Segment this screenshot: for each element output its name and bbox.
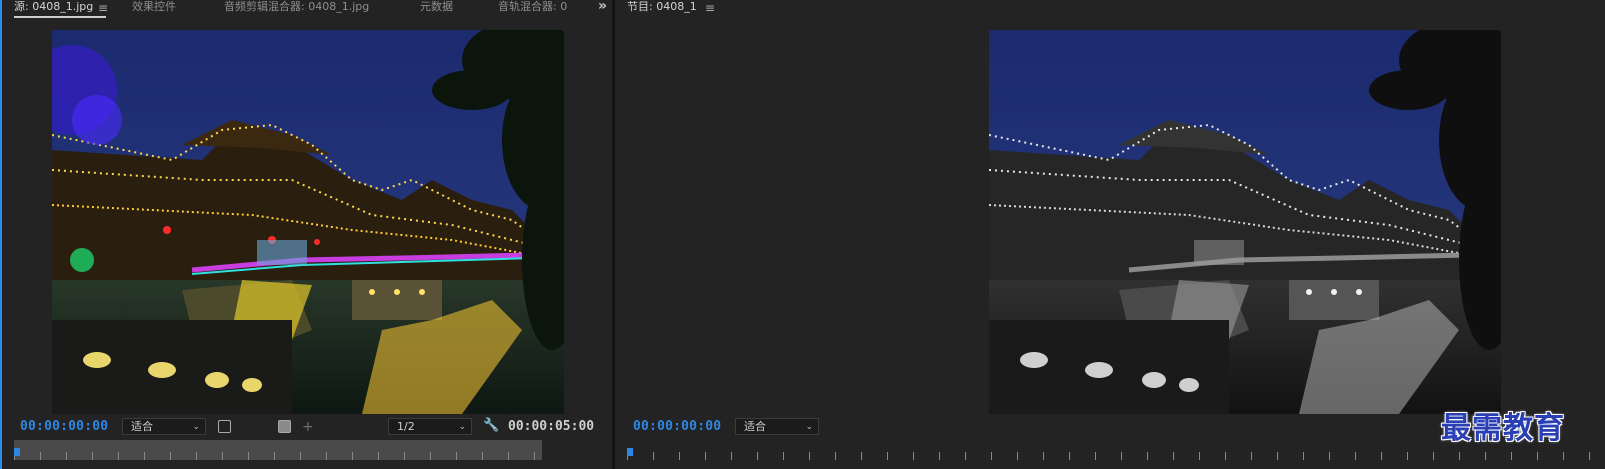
program-tab-bar: 节目: 0408_1 ≡ (615, 0, 1605, 20)
menu-icon[interactable]: ≡ (705, 1, 715, 15)
tab-audio-track-mixer[interactable]: 音轨混合器: 0 (498, 0, 578, 18)
ruler-ticks (627, 452, 1599, 460)
tab-audio-clip-mixer-label: 音频剪辑混合器: 0408_1.jpg (224, 0, 370, 13)
tab-metadata-label: 元数据 (420, 0, 453, 13)
source-fit-select-value: 适合 (131, 420, 153, 433)
wrench-icon[interactable]: 🔧 (483, 417, 499, 435)
source-duration-timecode: 00:00:05:00 (508, 419, 595, 434)
ruler-ticks (14, 452, 542, 460)
add-marker-icon[interactable]: + (302, 418, 314, 436)
tab-overflow-icon[interactable]: » (598, 0, 607, 14)
active-tab-indicator (14, 16, 106, 18)
tab-source-label: 源: 0408_1.jpg (14, 0, 94, 13)
tab-metadata[interactable]: 元数据 (420, 0, 476, 18)
program-fit-select[interactable]: 适合 ⌄ (735, 418, 819, 435)
program-playhead[interactable] (627, 448, 633, 456)
tab-effect-controls[interactable]: 效果控件 (132, 0, 202, 18)
source-monitor-viewport (2, 20, 612, 415)
program-current-timecode[interactable]: 00:00:00:00 (633, 418, 721, 436)
chevron-down-icon: ⌄ (458, 422, 466, 432)
source-monitor-panel: 源: 0408_1.jpg ≡ 效果控件 音频剪辑混合器: 0408_1.jpg… (0, 0, 612, 469)
watermark-logo: 最需教育 (1441, 411, 1565, 446)
resolution-select[interactable]: 1/2 ⌄ (388, 418, 472, 435)
settings-toggle-icon[interactable] (218, 420, 231, 433)
night-bridge-desaturated-image (989, 30, 1501, 414)
source-current-timecode[interactable]: 00:00:00:00 (20, 418, 108, 436)
source-fit-select[interactable]: 适合 ⌄ (122, 418, 206, 435)
source-playhead[interactable] (14, 448, 20, 456)
tab-program[interactable]: 节目: 0408_1 (627, 0, 707, 18)
tab-effect-controls-label: 效果控件 (132, 0, 176, 13)
source-time-ruler[interactable] (14, 440, 542, 460)
tab-audio-clip-mixer[interactable]: 音频剪辑混合器: 0408_1.jpg (224, 0, 392, 18)
program-monitor-panel: 节目: 0408_1 ≡ 00:00:00:00 适合 ⌄ (615, 0, 1605, 469)
drag-video-icon[interactable] (278, 420, 291, 433)
night-bridge-color-image (52, 30, 564, 414)
tab-source[interactable]: 源: 0408_1.jpg (14, 0, 106, 18)
tab-program-label: 节目: 0408_1 (627, 0, 697, 13)
source-frame-image (52, 30, 564, 414)
chevron-down-icon: ⌄ (805, 422, 813, 432)
chevron-down-icon: ⌄ (192, 422, 200, 432)
source-tab-bar: 源: 0408_1.jpg ≡ 效果控件 音频剪辑混合器: 0408_1.jpg… (2, 0, 612, 20)
menu-icon[interactable]: ≡ (98, 1, 108, 15)
program-frame-image (989, 30, 1501, 414)
program-fit-select-value: 适合 (744, 420, 766, 433)
resolution-select-value: 1/2 (397, 420, 415, 433)
program-monitor-viewport (615, 20, 1605, 415)
tab-audio-track-mixer-label: 音轨混合器: 0 (498, 0, 568, 13)
